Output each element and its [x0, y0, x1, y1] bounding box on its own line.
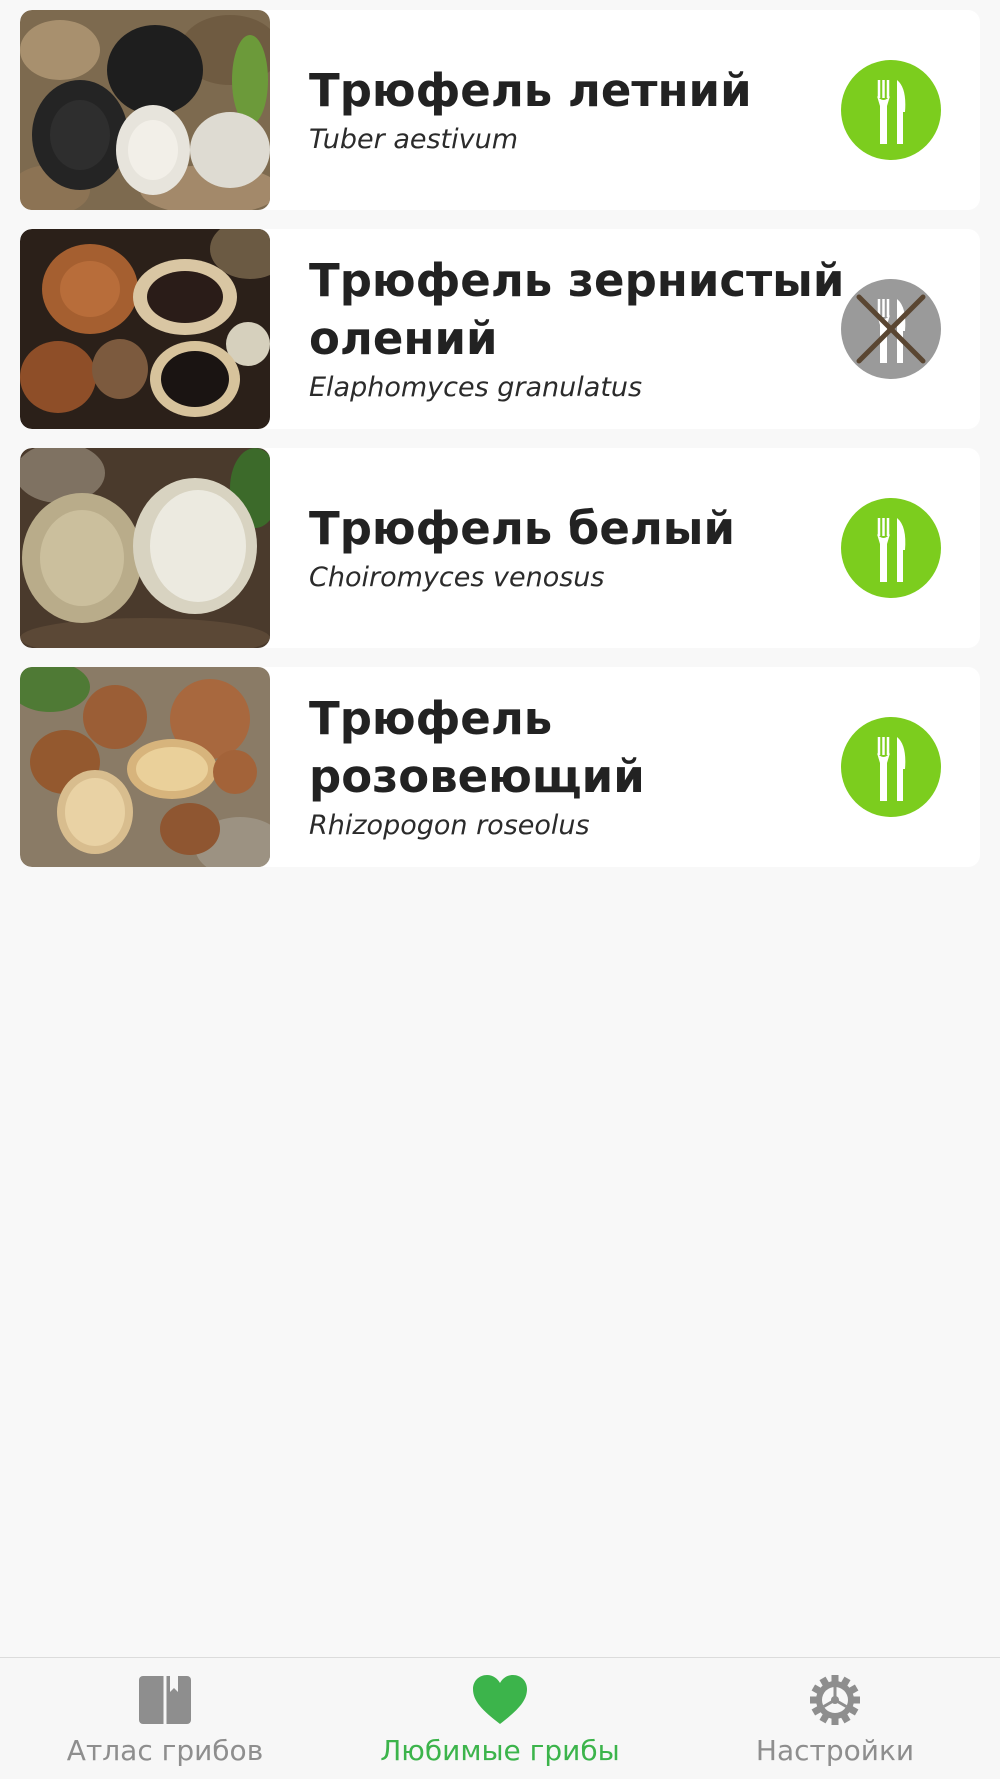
edible-fork-knife-icon [841, 60, 941, 160]
deer-truffle-photo [20, 229, 270, 429]
tab-bar: Атлас грибов Любимые грибы Настройки [0, 1657, 1000, 1779]
mushroom-name: Трюфель белый [309, 502, 736, 555]
mushroom-name: Трюфель летний [309, 64, 752, 117]
mushroom-latin-name: Rhizopogon roseolus [309, 810, 590, 841]
tab-atlas[interactable]: Атлас грибов [30, 1658, 300, 1779]
inedible-crossed-fork-knife-icon [841, 279, 941, 379]
tab-label: Настройки [755, 1734, 915, 1767]
tab-label: Атлас грибов [66, 1734, 264, 1767]
tab-label: Любимые грибы [380, 1734, 620, 1767]
edible-fork-knife-icon [841, 498, 941, 598]
gear-icon [807, 1674, 863, 1726]
mushroom-latin-name: Choiromyces venosus [309, 562, 605, 593]
mushroom-latin-name: Elaphomyces granulatus [309, 372, 643, 403]
white-truffle-photo [20, 448, 270, 648]
mushroom-card[interactable]: Трюфель белый Choiromyces venosus [20, 448, 980, 648]
mushroom-name: Трюфель розовеющий [309, 692, 645, 803]
blushing-truffle-photo [20, 667, 270, 867]
mushroom-name: Трюфель зернистый олений [309, 254, 845, 365]
mushroom-card[interactable]: Трюфель зернистый олений Elaphomyces gra… [20, 229, 980, 429]
mushroom-latin-name: Tuber aestivum [309, 124, 519, 155]
edible-fork-knife-icon [841, 717, 941, 817]
mushroom-card[interactable]: Трюфель розовеющий Rhizopogon roseolus [20, 667, 980, 867]
book-icon [137, 1674, 193, 1726]
tab-settings[interactable]: Настройки [700, 1658, 970, 1779]
heart-icon [472, 1674, 528, 1726]
mushroom-card[interactable]: Трюфель летний Tuber aestivum [20, 10, 980, 210]
black-truffle-photo [20, 10, 270, 210]
tab-favorites[interactable]: Любимые грибы [350, 1658, 650, 1779]
